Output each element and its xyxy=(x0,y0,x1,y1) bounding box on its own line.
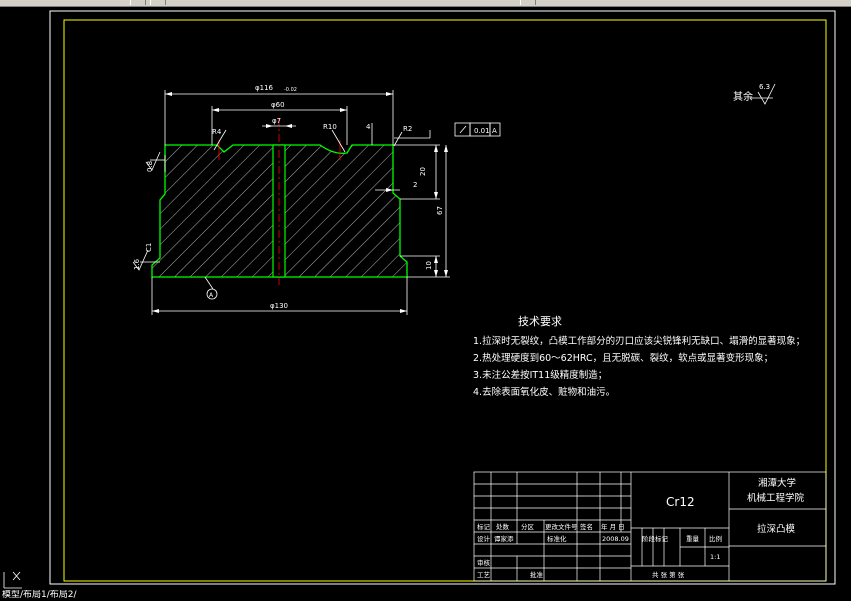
tech-note-2: 2.热处理硬度到60～62HRC，且无脱碳、裂纹，软点或显著变形现象； xyxy=(473,352,773,364)
dim-2: 2 xyxy=(413,181,417,189)
dim-c1: C1 xyxy=(145,243,153,252)
roughness-16: 1.6 xyxy=(133,258,141,270)
roughness-other-label: 其余 xyxy=(733,90,753,103)
tech-note-4: 4.去除表面氧化皮、赃物和油污。 xyxy=(473,386,615,398)
tb-sheets: 共 张 第 张 xyxy=(652,570,685,579)
perpendicularity-value: 0.01 xyxy=(474,127,490,135)
tb-process: 工艺 xyxy=(477,571,491,579)
dim-d130: φ130 xyxy=(270,302,288,310)
dim-r4: R4 xyxy=(212,128,222,136)
part-section-view xyxy=(151,118,408,285)
roughness-08: 0.8 xyxy=(146,161,154,172)
dim-4: 4 xyxy=(366,123,371,131)
tb-university: 湘潭大学 xyxy=(758,477,796,489)
dim-d7: φ7 xyxy=(272,117,281,125)
tb-designer: 谭家添 xyxy=(494,534,514,543)
tb-ratio: 比例 xyxy=(709,534,722,543)
dim-10: 10 xyxy=(425,261,433,270)
tb-standardize: 标准化 xyxy=(547,534,567,543)
tb-mark: 标记 xyxy=(477,522,491,531)
technical-requirements: 技术要求 1.拉深时无裂纹，凸模工作部分的刃口应该尖锐锋利无缺口、塌滑的显著现象… xyxy=(473,315,805,398)
inner-frame xyxy=(63,19,827,582)
layout-tabs-status[interactable]: 模型/布局1/布局2/ xyxy=(0,590,851,601)
cad-drawing-canvas[interactable]: φ116 -0.02 φ60 φ7 φ130 R4 R10 R2 4 20 2 … xyxy=(0,7,851,590)
datum-ref-a: A xyxy=(492,127,497,135)
app-toolbar-strip xyxy=(0,0,851,7)
tb-date: 年 月 日 xyxy=(601,522,625,531)
tech-note-1: 1.拉深时无裂纹，凸模工作部分的刃口应该尖锐锋利无缺口、塌滑的显著现象； xyxy=(473,335,805,347)
tb-scale: 1:1 xyxy=(710,553,720,561)
dim-r10: R10 xyxy=(323,123,337,131)
tech-note-3: 3.未注公差按IT11级精度制造； xyxy=(473,369,607,381)
tb-stage-mark: 阶段标记 xyxy=(642,534,669,543)
roughness-other-value: 6.3 xyxy=(759,83,770,91)
tb-weight: 重量 xyxy=(686,535,700,543)
tb-part-name: 拉深凸模 xyxy=(757,523,796,535)
ucs-icon xyxy=(3,571,22,589)
toolbar-button[interactable] xyxy=(150,0,166,5)
tech-title: 技术要求 xyxy=(518,315,562,328)
dim-67: 67 xyxy=(436,206,444,215)
dim-r2: R2 xyxy=(403,125,412,133)
outer-border xyxy=(49,10,836,585)
tb-college: 机械工程学院 xyxy=(747,492,805,504)
tb-change-doc: 更改文件号 xyxy=(545,522,578,531)
tb-design-date: 2008.09 xyxy=(602,535,629,543)
title-block: 标记 处数 分区 更改文件号 签名 年 月 日 设计 谭家添 标准化 2008.… xyxy=(473,471,827,582)
tb-review: 审核 xyxy=(477,558,491,567)
dim-d116-tol: -0.02 xyxy=(284,87,297,93)
toolbar-button[interactable] xyxy=(130,0,146,5)
datum-marker-a: A xyxy=(209,292,214,299)
dim-d60: φ60 xyxy=(271,101,285,109)
tb-count: 处数 xyxy=(496,522,510,531)
toolbar-button[interactable] xyxy=(520,0,536,5)
tb-material: Cr12 xyxy=(666,495,695,509)
tb-approve: 批准 xyxy=(530,570,544,579)
tb-zone: 分区 xyxy=(521,522,535,531)
tb-design: 设计 xyxy=(477,534,491,543)
dim-20: 20 xyxy=(419,167,427,176)
dim-d116: φ116 xyxy=(255,84,274,92)
tb-sign: 签名 xyxy=(580,522,593,531)
